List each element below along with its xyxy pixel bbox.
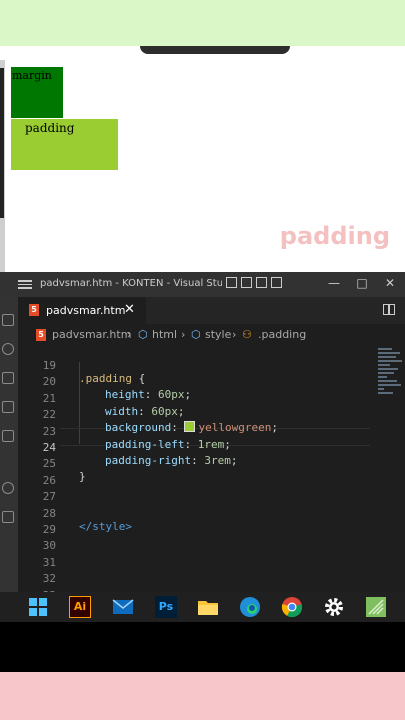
layout-controls xyxy=(226,277,286,291)
account-icon[interactable] xyxy=(2,482,14,494)
padding-box-label: padding xyxy=(25,121,75,135)
toggle-sidebar-icon[interactable] xyxy=(226,277,237,288)
margin-demo-box: margin xyxy=(11,67,63,118)
breadcrumb-padding[interactable]: .padding xyxy=(258,328,306,341)
file-explorer-icon[interactable] xyxy=(197,596,219,618)
black-bar xyxy=(0,622,405,672)
toggle-panel-icon[interactable] xyxy=(241,277,252,288)
padding-demo-box: padding xyxy=(11,119,118,170)
minimap[interactable] xyxy=(378,346,405,466)
cube-icon: ⬡ xyxy=(138,328,148,341)
browser-left-scrollbar[interactable] xyxy=(0,68,4,218)
source-control-icon[interactable] xyxy=(2,372,14,384)
breadcrumb-html5-icon: 5 xyxy=(36,329,46,341)
code-line: 31 xyxy=(18,543,378,569)
mail-icon[interactable] xyxy=(112,596,134,618)
code-line: 24 padding-right: 3rem; xyxy=(18,428,378,467)
code-editor[interactable]: 19 .padding { 20 height: 60px; 21 width:… xyxy=(18,346,378,602)
hamburger-menu-icon[interactable] xyxy=(18,278,32,290)
code-line: 26 xyxy=(18,461,378,487)
close-button[interactable]: ✕ xyxy=(376,276,404,290)
breadcrumb-separator: › xyxy=(127,328,132,341)
browser-pill xyxy=(140,46,290,54)
margin-box-label: margin xyxy=(12,69,52,82)
breadcrumb-separator: › xyxy=(232,328,237,341)
windows-start-icon[interactable] xyxy=(27,596,49,618)
vscode-titlebar: padvsmar.htm - KONTEN - Visual Stud... —… xyxy=(0,272,405,297)
illustrator-icon[interactable]: Ai xyxy=(69,596,91,618)
tab-close-icon[interactable]: ✕ xyxy=(124,302,135,317)
maximize-button[interactable]: □ xyxy=(348,276,376,290)
breadcrumb-separator: › xyxy=(181,328,186,341)
breadcrumb-file[interactable]: padvsmar.htm xyxy=(52,328,131,341)
code-line: 22 background: yellowgreen; xyxy=(18,395,378,434)
browser-tabstrip xyxy=(0,46,405,60)
padding-watermark: padding xyxy=(279,222,390,250)
minimize-button[interactable]: — xyxy=(320,276,348,290)
app-icon[interactable] xyxy=(365,596,387,618)
breadcrumb-style[interactable]: style xyxy=(205,328,231,341)
editor-tab-bar: 5 padvsmar.htm ✕ xyxy=(18,297,405,324)
code-line: 28 </style> xyxy=(18,494,378,533)
window-controls: — □ ✕ xyxy=(320,276,405,290)
code-line: 27 xyxy=(18,477,378,503)
cube-icon: ⬡ xyxy=(191,328,201,341)
code-line: 33 xyxy=(18,576,378,602)
symbol-class-icon: ⚇ xyxy=(242,328,252,341)
browser-preview: margin padding padding xyxy=(0,46,405,272)
chrome-icon[interactable] xyxy=(281,596,303,618)
code-line: 23 padding-left: 1rem; xyxy=(18,412,378,451)
tab-filename: padvsmar.htm xyxy=(46,304,126,317)
code-line: 19 .padding { xyxy=(18,346,378,385)
split-editor-icon[interactable] xyxy=(383,304,395,315)
top-color-band xyxy=(0,0,405,46)
manage-gear-icon[interactable] xyxy=(2,511,14,523)
customize-layout-icon[interactable] xyxy=(271,277,282,288)
html5-icon: 5 xyxy=(29,304,39,316)
tab-padvsmar[interactable]: 5 padvsmar.htm ✕ xyxy=(18,297,146,324)
settings-gear-icon[interactable] xyxy=(323,596,345,618)
code-line: 25 } xyxy=(18,444,378,483)
code-line: 21 width: 60px; xyxy=(18,379,378,418)
edge-icon[interactable] xyxy=(239,596,261,618)
code-line: 29 xyxy=(18,510,378,536)
bottom-color-band xyxy=(0,672,405,720)
code-line: 32 xyxy=(18,559,378,585)
breadcrumb-html[interactable]: html xyxy=(152,328,177,341)
window-title: padvsmar.htm - KONTEN - Visual Stud... xyxy=(40,278,222,289)
photoshop-icon[interactable]: Ps xyxy=(155,596,177,618)
windows-taskbar: Ai Ps xyxy=(0,592,405,622)
extensions-icon[interactable] xyxy=(2,430,14,442)
explorer-icon[interactable] xyxy=(2,314,14,326)
toggle-secondary-sidebar-icon[interactable] xyxy=(256,277,267,288)
search-icon[interactable] xyxy=(2,343,14,355)
code-line: 20 height: 60px; xyxy=(18,362,378,401)
code-line: 30 xyxy=(18,526,378,552)
activity-bar xyxy=(0,297,18,592)
breadcrumb: 5 padvsmar.htm › ⬡ html › ⬡ style › ⚇ .p… xyxy=(18,324,405,346)
run-debug-icon[interactable] xyxy=(2,401,14,413)
vscode-window: padvsmar.htm - KONTEN - Visual Stud... —… xyxy=(0,272,405,602)
